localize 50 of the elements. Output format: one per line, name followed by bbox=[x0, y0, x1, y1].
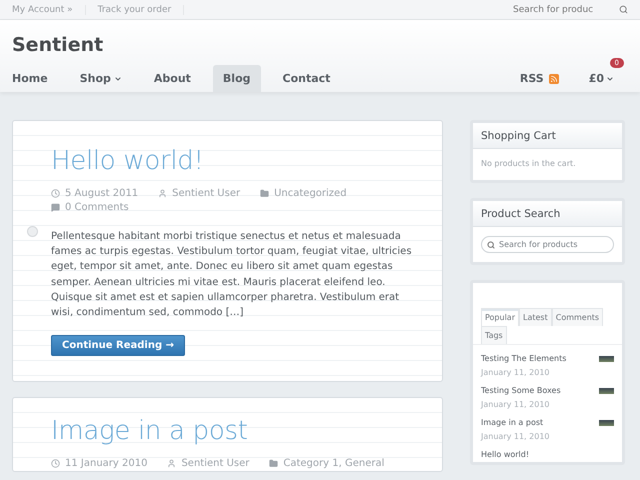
folder-icon bbox=[269, 459, 278, 468]
post-comments[interactable]: 0 Comments bbox=[51, 202, 129, 213]
comment-icon bbox=[51, 203, 60, 212]
cart-total[interactable]: £0 bbox=[588, 72, 604, 85]
widget-tab[interactable]: Tags bbox=[481, 326, 507, 344]
post-excerpt: Pellentesque habitant morbi tristique senectus et netus et malesuada fames ac turpis egestas. Vestibulum tortor quam, feugiat vitae, ultricies eget, tempor sit amet, ante. Donec eu libero sit amet quam egestas semper. Aenean ultricies mi vitae est. Mauris placerat eleifend leo. Quisque sit amet est et sapien ullamcorper pharetra. Vestibulum erat wisi, condimentum sed, commodo […] bbox=[51, 230, 412, 320]
post-date: January 11, 2010 bbox=[481, 368, 550, 377]
site-title[interactable]: Sentient bbox=[12, 34, 628, 60]
post-author[interactable]: Sentient User bbox=[158, 188, 240, 199]
post-link[interactable]: Testing The Elements bbox=[481, 354, 566, 363]
thumbnail-placeholder bbox=[599, 356, 614, 362]
post-title[interactable]: Hello world! bbox=[51, 146, 412, 176]
caret-icon bbox=[606, 74, 614, 82]
nav-item[interactable]: Blog bbox=[212, 65, 261, 92]
post-category[interactable]: Category 1, General bbox=[269, 458, 384, 470]
thumbnail-placeholder bbox=[599, 420, 614, 426]
user-icon bbox=[167, 459, 176, 468]
rss-link[interactable]: RSS bbox=[520, 72, 559, 85]
nav-item[interactable]: Shop bbox=[70, 65, 132, 92]
thumbnail-placeholder bbox=[599, 388, 614, 394]
post-link[interactable]: Hello world! bbox=[481, 450, 530, 459]
user-icon bbox=[158, 189, 168, 198]
post-date: January 11, 2010 bbox=[481, 432, 550, 441]
folder-icon bbox=[260, 189, 270, 198]
top-link[interactable]: Track your order bbox=[98, 4, 184, 14]
widget-tab[interactable]: Latest bbox=[519, 308, 552, 326]
top-link[interactable]: My Account » bbox=[12, 4, 86, 14]
post-link[interactable]: Image in a post bbox=[481, 418, 550, 427]
post-author[interactable]: Sentient User bbox=[167, 458, 250, 470]
search-icon[interactable] bbox=[619, 5, 628, 14]
post-category[interactable]: Uncategorized bbox=[260, 188, 347, 199]
clock-icon bbox=[51, 189, 60, 198]
widget-tab[interactable]: Popular bbox=[481, 308, 519, 326]
widget-tab[interactable]: Comments bbox=[552, 308, 604, 326]
nav-item[interactable]: About bbox=[144, 65, 201, 92]
post-date: 11 January 2010 bbox=[51, 458, 148, 470]
caret-icon bbox=[114, 74, 122, 82]
post-date: January 11, 2010 bbox=[481, 400, 550, 409]
product-search-field[interactable]: Search for products bbox=[481, 236, 614, 253]
clock-icon bbox=[51, 459, 60, 468]
nav-item[interactable]: Contact bbox=[272, 65, 340, 92]
post-title[interactable]: Image in a post bbox=[51, 416, 412, 446]
top-search-field[interactable]: Search for produc bbox=[511, 4, 611, 16]
nav-item[interactable]: Home bbox=[12, 65, 58, 92]
post-link[interactable]: Testing Some Boxes bbox=[481, 386, 561, 395]
continue-reading-button[interactable]: Continue Reading → bbox=[51, 335, 185, 356]
empty-cart-text: No products in the cart. bbox=[481, 159, 576, 168]
rss-icon bbox=[548, 74, 559, 84]
circle-icon bbox=[27, 226, 38, 237]
post-date: 5 August 2011 bbox=[51, 188, 138, 199]
